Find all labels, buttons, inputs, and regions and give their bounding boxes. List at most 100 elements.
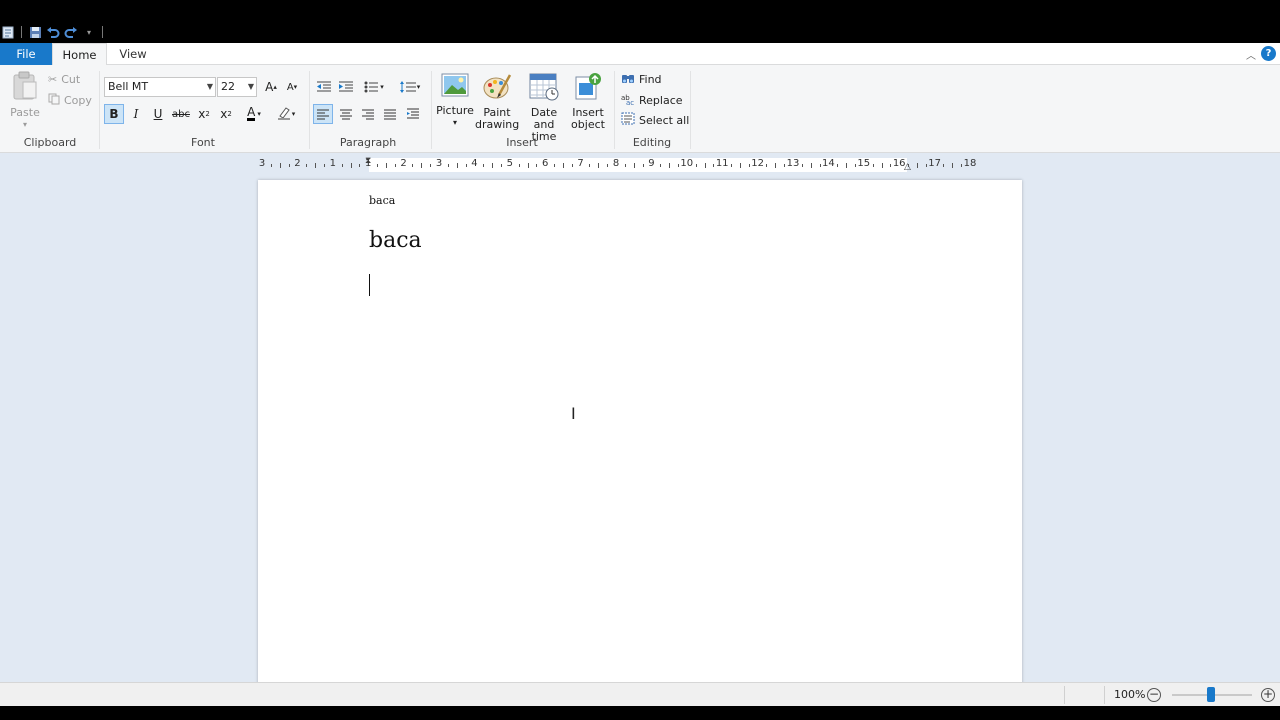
chevron-down-icon: ▾ [257, 110, 261, 118]
insert-object-button[interactable]: Insert object [569, 71, 607, 131]
font-family-select[interactable]: Bell MT ▼ [104, 77, 216, 97]
ruler-number: 11 [715, 158, 729, 169]
highlight-color-button[interactable]: ▾ [272, 104, 300, 124]
status-separator [1064, 686, 1065, 704]
save-icon[interactable] [28, 25, 42, 39]
picture-dropdown-icon[interactable]: ▾ [436, 117, 474, 129]
ruler[interactable]: ⧗ △ 3 2 1 1 2 3 4 5 6 7 8 9 10 11 12 13 14 15 16 17 18 [257, 156, 1023, 174]
align-left-button[interactable] [313, 104, 333, 124]
app-icon[interactable] [1, 25, 15, 39]
ruler-number: 5 [506, 158, 513, 169]
tab-file[interactable]: File [0, 43, 52, 65]
redo-icon[interactable] [64, 25, 78, 39]
paragraph-dialog-button[interactable] [403, 104, 423, 124]
ruler-number: 7 [577, 158, 584, 169]
date-and-time-label-line1: Date and [530, 106, 558, 131]
zoom-out-button[interactable]: − [1147, 688, 1161, 702]
bullet-list-button[interactable]: ▾ [360, 77, 388, 97]
ruler-number: 10 [680, 158, 694, 169]
strikethrough-button[interactable]: abc [171, 104, 191, 124]
ruler-tick [323, 164, 325, 167]
ruler-tick [500, 164, 502, 167]
select-all-button[interactable]: Select all [621, 111, 689, 129]
minimize-ribbon-icon[interactable]: ︿ [1246, 47, 1256, 62]
ruler-tick [810, 163, 812, 168]
bold-button[interactable]: B [104, 104, 124, 124]
ruler-tick [598, 163, 600, 168]
picture-button[interactable]: Picture ▾ [436, 71, 474, 129]
ruler-tick [412, 164, 414, 167]
ruler-tick [385, 163, 387, 168]
align-right-icon [362, 109, 374, 119]
copy-button[interactable]: Copy [48, 91, 92, 109]
picture-label: Picture [436, 104, 474, 117]
ruler-tick [677, 164, 679, 167]
align-left-icon [317, 109, 329, 119]
font-color-icon: A [247, 105, 256, 121]
group-label-editing: Editing [632, 136, 672, 149]
document-area[interactable]: ⧗ △ 3 2 1 1 2 3 4 5 6 7 8 9 10 11 12 13 14 15 16 17 18 baca … [0, 153, 1280, 690]
paint-drawing-button[interactable]: Paint drawing [475, 71, 519, 131]
help-icon[interactable]: ? [1261, 46, 1276, 61]
underline-button[interactable]: U [148, 104, 168, 124]
ruler-tick [447, 164, 449, 167]
ribbon: Paste ▾ ✂ Cut Copy Clipboard Bell MT ▼ 2… [0, 65, 1280, 153]
text-caret [369, 274, 370, 296]
ruler-tick [456, 163, 458, 168]
ruler-tick [527, 163, 529, 168]
shrink-font-button[interactable]: A ▾ [282, 77, 302, 97]
ruler-tick [695, 164, 697, 167]
zoom-in-button[interactable]: + [1261, 688, 1275, 702]
undo-icon[interactable] [46, 25, 60, 39]
align-center-button[interactable] [336, 104, 356, 124]
svg-text:ac: ac [626, 99, 634, 105]
italic-button[interactable]: I [126, 104, 146, 124]
select-all-label: Select all [639, 113, 690, 127]
group-label-insert: Insert [506, 136, 538, 149]
line-spacing-icon [399, 81, 416, 93]
line-spacing-button[interactable]: ▾ [396, 77, 424, 97]
ruler-tick [801, 164, 803, 167]
ruler-tick [881, 163, 883, 168]
ruler-tick [925, 164, 927, 167]
ruler-tick [536, 164, 538, 167]
tab-home[interactable]: Home [52, 43, 107, 66]
zoom-slider-thumb[interactable] [1207, 687, 1215, 702]
bottom-border [0, 706, 1280, 720]
ruler-number: 12 [751, 158, 764, 169]
find-button[interactable]: Find [621, 70, 662, 88]
cut-button[interactable]: ✂ Cut [48, 70, 80, 88]
qat-separator [21, 26, 22, 38]
ruler-tick [890, 164, 892, 167]
ruler-number: 4 [471, 158, 478, 169]
qat-separator [102, 26, 103, 38]
paste-icon [8, 71, 42, 104]
date-and-time-button[interactable]: Date and time [520, 71, 568, 143]
ruler-tick [633, 163, 635, 168]
replace-button[interactable]: ab ac Replace [621, 91, 683, 109]
zoom-level[interactable]: 100% [1114, 688, 1145, 701]
customize-qat-icon[interactable]: ▾ [82, 25, 96, 39]
paste-dropdown-icon[interactable]: ▾ [8, 119, 42, 131]
scissors-icon: ✂ [48, 72, 58, 86]
decrease-indent-button[interactable] [314, 77, 334, 97]
paste-button[interactable]: Paste ▾ [8, 71, 42, 131]
font-size-select[interactable]: 22 ▼ [217, 77, 257, 97]
grow-font-button[interactable]: A ▴ [261, 77, 281, 97]
font-size-value: 22 [221, 80, 235, 93]
ruler-number: 8 [612, 158, 620, 169]
font-color-button[interactable]: A ▾ [240, 104, 268, 124]
i-beam-cursor-icon: I [571, 404, 576, 423]
ruler-tick [359, 164, 361, 167]
subscript-button[interactable]: x2 [194, 104, 214, 124]
increase-indent-button[interactable] [336, 77, 356, 97]
align-right-button[interactable] [358, 104, 378, 124]
superscript-button[interactable]: x2 [216, 104, 236, 124]
ruler-tick [554, 164, 556, 167]
paint-drawing-label-line2: drawing [475, 118, 520, 131]
status-separator [1104, 686, 1105, 704]
document-page[interactable]: baca baca I [258, 180, 1022, 690]
ruler-number: 3 [258, 158, 266, 169]
tab-view[interactable]: View [113, 43, 153, 65]
justify-button[interactable] [380, 104, 400, 124]
